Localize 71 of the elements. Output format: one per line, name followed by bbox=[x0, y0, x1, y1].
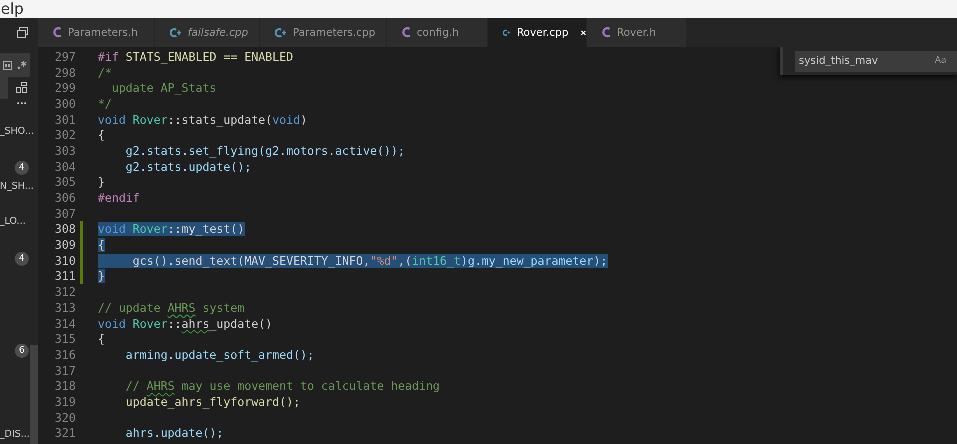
outline-item[interactable]: _DIS... bbox=[0, 428, 30, 442]
line-number: 317 bbox=[54, 364, 76, 378]
line-number: 313 bbox=[54, 300, 76, 315]
line-number: 305 bbox=[54, 175, 76, 190]
code-line: void Rover::stats_update(void) bbox=[98, 112, 308, 127]
code-line: #endif bbox=[98, 191, 140, 206]
editor-tab[interactable]: Rover.cpp bbox=[488, 18, 587, 47]
code-line: arming.update_soft_armed(); bbox=[124, 348, 314, 362]
line-number: 302 bbox=[54, 128, 76, 142]
code-line: ahrs.update(); bbox=[124, 426, 224, 440]
line-number: 309 bbox=[54, 238, 76, 252]
cpp-file-icon bbox=[275, 28, 287, 38]
code-line: } bbox=[98, 175, 105, 190]
line-number: 304 bbox=[54, 160, 76, 174]
scrollbar[interactable] bbox=[30, 345, 38, 444]
menu-item[interactable]: elp bbox=[1, 0, 24, 18]
line-number: 301 bbox=[54, 112, 76, 127]
line-number: 303 bbox=[54, 144, 76, 158]
line-number: 316 bbox=[54, 348, 76, 362]
line-number: 314 bbox=[54, 316, 76, 331]
code-line: #if STATS_ENABLED == ENABLED bbox=[98, 50, 294, 64]
editor-tab[interactable]: config.h bbox=[387, 18, 488, 47]
match-case-toggle[interactable]: Aa bbox=[933, 56, 949, 66]
cpp-file-icon bbox=[503, 28, 511, 38]
line-number: 299 bbox=[54, 81, 76, 96]
code-line: // AHRS may use movement to calculate heading bbox=[124, 379, 440, 394]
code-line: void Rover::ahrs_update() bbox=[98, 316, 273, 331]
line-number: 318 bbox=[54, 379, 76, 394]
line-number: 308 bbox=[54, 222, 76, 236]
editor-tab[interactable]: failsafe.cpp bbox=[155, 18, 260, 47]
collapse-all-icon[interactable] bbox=[17, 26, 29, 38]
line-number: 310 bbox=[54, 254, 76, 268]
code-line: { bbox=[98, 128, 105, 142]
outline-item[interactable]: _LO... bbox=[0, 215, 26, 229]
cpp-file-icon bbox=[170, 28, 182, 38]
line-number: 320 bbox=[54, 410, 76, 425]
code-line: update_ahrs_flyforward(); bbox=[124, 394, 300, 409]
line-number: 312 bbox=[54, 285, 76, 300]
line-number: 319 bbox=[54, 394, 76, 409]
regex-icon[interactable] bbox=[17, 60, 28, 70]
editor-tab[interactable]: Parameters.cpp bbox=[260, 18, 387, 47]
c-file-icon bbox=[402, 27, 411, 38]
line-number: 311 bbox=[54, 269, 76, 284]
line-number: 297 bbox=[54, 50, 76, 64]
outline-item[interactable]: N_SH... bbox=[0, 180, 34, 194]
code-line: // update AHRS system bbox=[98, 300, 245, 315]
c-file-icon bbox=[602, 27, 611, 38]
code-line: update AP_Stats bbox=[110, 81, 217, 96]
count-badge: 4 bbox=[15, 161, 29, 175]
editor-tab[interactable]: Parameters.h bbox=[38, 18, 155, 47]
line-number: 307 bbox=[54, 206, 76, 221]
line-number: 315 bbox=[54, 332, 76, 346]
code-line: { bbox=[98, 332, 105, 346]
replace-all-icon[interactable] bbox=[16, 82, 28, 94]
code-line: */ bbox=[98, 96, 112, 111]
line-number: 298 bbox=[54, 66, 76, 80]
code-line: /* bbox=[98, 66, 112, 80]
code-line: g2.stats.update(); bbox=[124, 160, 252, 174]
count-badge: 4 bbox=[15, 252, 29, 266]
c-file-icon bbox=[53, 27, 62, 38]
close-icon[interactable] bbox=[580, 28, 586, 36]
code-line: g2.stats.set_flying(g2.motors.active()); bbox=[124, 144, 406, 158]
line-number: 306 bbox=[54, 191, 76, 206]
outline-item[interactable]: _SHO... bbox=[0, 125, 34, 139]
line-number: 300 bbox=[54, 96, 76, 111]
editor-tab[interactable]: Rover.h bbox=[587, 18, 687, 47]
count-badge: 6 bbox=[15, 344, 29, 358]
line-number: 321 bbox=[54, 426, 76, 440]
find-input[interactable]: sysid_this_mav Aa bbox=[795, 50, 957, 72]
grid-icon[interactable] bbox=[2, 60, 12, 70]
more-icon[interactable] bbox=[17, 102, 27, 105]
